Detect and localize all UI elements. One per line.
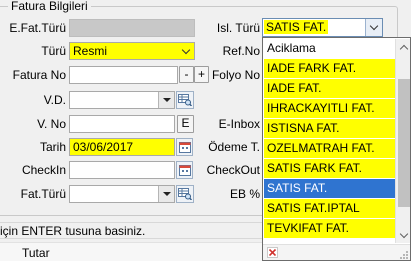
- isl-turu-dropdown-list[interactable]: Aciklama IADE FARK FAT. IADE FAT. IHRACK…: [262, 37, 411, 261]
- minus-button[interactable]: -: [179, 66, 194, 83]
- label-tarih: Tarih: [39, 140, 66, 154]
- label-fatura-no: Fatura No: [12, 68, 66, 82]
- status-hint: için ENTER tusuna basiniz.: [0, 224, 146, 238]
- list-item[interactable]: IADE FAT.: [264, 79, 395, 98]
- lookup-grid-icon[interactable]: [176, 185, 194, 203]
- scroll-up-icon[interactable]: [396, 39, 410, 55]
- status-bar: için ENTER tusuna basiniz.: [0, 222, 262, 239]
- label-eb: EB %: [229, 187, 260, 201]
- tarih-input[interactable]: 03/06/2017: [69, 138, 175, 156]
- list-item[interactable]: SATIS FARK FAT.: [264, 159, 395, 178]
- chevron-down-icon[interactable]: [365, 19, 382, 36]
- dropdown-arrow-icon[interactable]: [158, 92, 174, 108]
- checkin-input[interactable]: [69, 161, 175, 179]
- label-checkin: CheckIn: [21, 163, 66, 177]
- list-item[interactable]: Aciklama: [264, 39, 395, 58]
- dropdown-footer: [263, 244, 410, 260]
- label-folyo-no: Folyo No: [211, 68, 260, 82]
- turu-select[interactable]: Resmi: [69, 42, 195, 60]
- chevron-down-icon[interactable]: [178, 43, 194, 59]
- scroll-thumb[interactable]: [398, 79, 410, 207]
- resize-grip-icon[interactable]: [399, 249, 409, 259]
- grid-header: Tutar: [0, 242, 262, 261]
- fat-turu-select[interactable]: [69, 185, 175, 203]
- lookup-grid-icon[interactable]: [176, 91, 194, 109]
- isl-turu-value: SATIS FAT.: [264, 20, 329, 34]
- list-item[interactable]: IHRACKAYITLI FAT.: [264, 99, 395, 118]
- label-isl-turu: Isl. Türü: [216, 21, 260, 35]
- vertical-scrollbar[interactable]: [395, 39, 410, 243]
- label-fat-turu: Fat.Türü: [20, 187, 66, 201]
- plus-button[interactable]: +: [194, 66, 209, 83]
- list-item[interactable]: OZELMATRAH FAT.: [264, 139, 395, 158]
- dropdown-arrow-icon[interactable]: [158, 186, 174, 202]
- fatura-no-input[interactable]: [69, 66, 178, 84]
- list-item[interactable]: TEVKIFAT FAT.: [264, 219, 395, 238]
- isl-turu-select[interactable]: SATIS FAT.: [262, 18, 383, 37]
- turu-value: Resmi: [73, 44, 108, 58]
- vd-select[interactable]: [69, 91, 175, 109]
- label-einbox: E-Inbox: [218, 117, 260, 131]
- close-icon[interactable]: [267, 247, 278, 258]
- label-turu: Türü: [41, 44, 66, 58]
- column-header-tutar[interactable]: Tutar: [22, 246, 50, 260]
- label-vno: V. No: [37, 117, 66, 131]
- list-item-selected[interactable]: SATIS FAT.: [264, 179, 395, 198]
- scroll-down-icon[interactable]: [396, 227, 410, 243]
- vno-input[interactable]: [69, 115, 175, 133]
- calendar-checkin-icon[interactable]: [176, 161, 193, 179]
- label-vd: V.D.: [43, 93, 66, 107]
- label-odeme: Ödeme T.: [208, 140, 260, 154]
- label-efat-turu: E.Fat.Türü: [9, 21, 66, 35]
- list-item[interactable]: IADE FARK FAT.: [264, 59, 395, 78]
- efat-turu-field: [69, 19, 195, 37]
- list-item[interactable]: ISTISNA FAT.: [264, 119, 395, 138]
- e-button[interactable]: E: [177, 115, 194, 133]
- tarih-value: 03/06/2017: [73, 140, 134, 154]
- label-ref-no: Ref.No: [222, 44, 260, 58]
- group-title: Fatura Bilgileri: [8, 0, 91, 13]
- list-item[interactable]: SATIS FAT.IPTAL: [264, 199, 395, 218]
- calendar-icon[interactable]: [176, 138, 193, 156]
- label-checkout: CheckOut: [206, 163, 260, 177]
